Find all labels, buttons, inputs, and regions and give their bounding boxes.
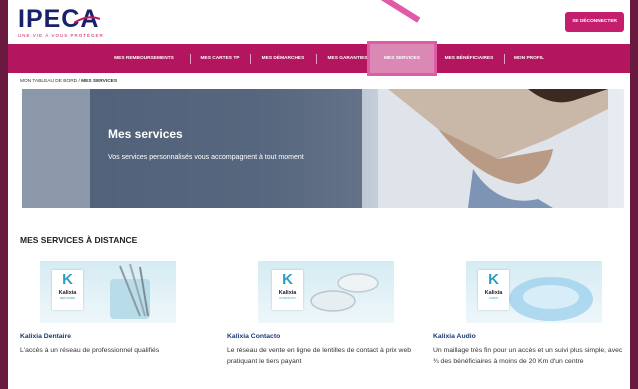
kalixia-sub: AUDIO: [488, 296, 499, 300]
breadcrumb-current: MES SERVICES: [81, 79, 118, 84]
main-nav: MES REMBOURSEMENTS MES CARTES TP MES DÉM…: [8, 41, 630, 76]
card-title-dentaire[interactable]: Kalixia Dentaire: [20, 333, 71, 340]
hero-overlay: [90, 89, 362, 208]
card-text-dentaire: L'accès à un réseau de professionnel qua…: [20, 347, 160, 354]
hero-background-block: [22, 89, 90, 208]
card-text-contacto: Le réseau de vente en ligne de lentilles…: [227, 347, 412, 365]
section-title: MES SERVICES À DISTANCE: [20, 235, 138, 245]
kalixia-logo: K Kalixia CONTACTO: [272, 270, 303, 310]
site-header: IPECA UNE VIE À VOUS PROTÉGER SE DÉCONNE…: [8, 0, 630, 44]
contact-lens-image[interactable]: K Kalixia CONTACTO: [258, 261, 394, 323]
nav-divider: [316, 54, 317, 64]
nav-item-garanties[interactable]: MES GARANTIES: [320, 44, 375, 73]
card-title-contacto[interactable]: Kalixia Contacto: [227, 333, 280, 340]
nav-item-profil[interactable]: MON PROFIL: [508, 44, 550, 73]
logout-button[interactable]: SE DÉCONNECTER: [565, 12, 624, 32]
kalixia-logo: K Kalixia DENTAIRE: [52, 270, 83, 310]
hero-person-image: [378, 89, 608, 208]
kalixia-k-icon: K: [282, 271, 293, 288]
nav-item-services[interactable]: MES SERVICES: [367, 41, 437, 76]
nav-divider: [250, 54, 251, 64]
nav-item-remboursements[interactable]: MES REMBOURSEMENTS: [104, 44, 184, 73]
card-text-audio: Un maillage très fin pour un accès et un…: [433, 347, 623, 365]
kalixia-k-icon: K: [62, 271, 73, 288]
hero-subtitle: Vos services personnalisés vous accompag…: [108, 154, 304, 161]
nav-item-cartes-tp[interactable]: MES CARTES TP: [194, 44, 246, 73]
kalixia-sub: DENTAIRE: [60, 296, 75, 300]
kalixia-logo: K Kalixia AUDIO: [478, 270, 509, 310]
logo-swoosh-icon: [74, 16, 100, 24]
hearing-aid-image[interactable]: K Kalixia AUDIO: [466, 261, 602, 323]
card-title-audio[interactable]: Kalixia Audio: [433, 333, 476, 340]
ipeca-logo[interactable]: IPECA UNE VIE À VOUS PROTÉGER: [18, 7, 104, 39]
kalixia-sub: CONTACTO: [279, 296, 296, 300]
breadcrumb: MON TABLEAU DE BORD / MES SERVICES: [20, 79, 117, 84]
nav-divider: [190, 54, 191, 64]
breadcrumb-separator: /: [78, 79, 80, 84]
dental-tools-image[interactable]: K Kalixia DENTAIRE: [40, 261, 176, 323]
nav-divider: [504, 54, 505, 64]
nav-item-beneficiaires[interactable]: MES BÉNÉFICIAIRES: [438, 44, 500, 73]
kalixia-k-icon: K: [488, 271, 499, 288]
breadcrumb-parent-link[interactable]: MON TABLEAU DE BORD: [20, 79, 77, 84]
hero-banner: Mes services Vos services personnalisés …: [22, 89, 624, 208]
nav-item-demarches[interactable]: MES DÉMARCHES: [254, 44, 312, 73]
page-frame: IPECA UNE VIE À VOUS PROTÉGER SE DÉCONNE…: [8, 0, 630, 389]
logo-tagline: UNE VIE À VOUS PROTÉGER: [18, 33, 104, 38]
hero-title: Mes services: [108, 127, 183, 141]
